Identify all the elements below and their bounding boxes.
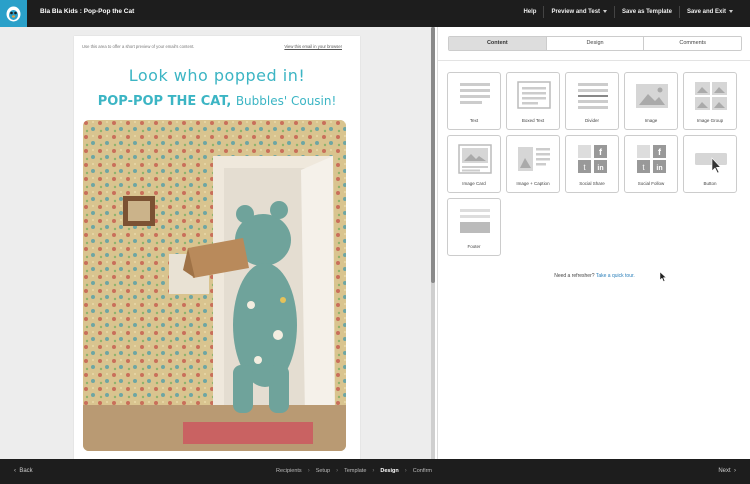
headline-bold-part: POP-POP THE CAT, <box>97 94 232 109</box>
block-label: Social Follow <box>637 181 665 186</box>
block-image-group[interactable]: Image Group <box>683 72 737 130</box>
email-preview-pane: Use this area to offer a short preview o… <box>0 27 433 459</box>
block-label: Boxed Text <box>521 118 545 123</box>
preheader-text[interactable]: Use this area to offer a short preview o… <box>82 44 194 49</box>
tab-content[interactable]: Content <box>449 37 547 50</box>
divider-block-icon <box>578 83 608 109</box>
block-image-caption[interactable]: Image + Caption <box>506 135 560 193</box>
block-label: Image + Caption <box>516 181 550 186</box>
block-label: Text <box>469 118 479 123</box>
back-label: Back <box>19 468 33 474</box>
block-label: Button <box>703 181 717 186</box>
preview-and-test-button[interactable]: Preview and Test <box>543 6 614 18</box>
wizard-footer: ‹ Back Recipients › Setup › Template › D… <box>0 459 750 484</box>
chevron-right-icon: › <box>372 468 375 474</box>
image-card-block-icon <box>458 144 492 174</box>
boxed-text-block-icon <box>517 81 551 109</box>
block-image[interactable]: Image <box>624 72 678 130</box>
email-canvas[interactable]: Use this area to offer a short preview o… <box>74 36 360 459</box>
image-caption-block-icon <box>518 147 550 171</box>
editor-tabs: Content Design Comments <box>448 36 742 51</box>
chevron-right-icon: › <box>404 468 407 474</box>
chevron-right-icon: › <box>307 468 310 474</box>
step-setup[interactable]: Setup <box>316 468 330 474</box>
header-actions: Help Preview and Test Save as Template S… <box>516 6 740 18</box>
block-footer[interactable]: Footer <box>447 198 501 256</box>
view-in-browser-link[interactable]: View this email in your browser <box>284 44 342 49</box>
block-text[interactable]: Text <box>447 72 501 130</box>
top-bar: Bla Bla Kids : Pop-Pop the Cat Help Prev… <box>0 0 750 27</box>
chevron-left-icon: ‹ <box>14 468 16 474</box>
block-label: Image <box>644 118 658 123</box>
chevron-down-icon <box>603 9 608 13</box>
headline-line-2[interactable]: POP-POP THE CAT, Bubbles' Cousin! <box>74 94 360 109</box>
help-prompt: Need a refresher? <box>554 273 595 279</box>
chevron-right-icon: › <box>734 468 736 474</box>
social-share-block-icon: f t in <box>578 145 607 173</box>
back-button[interactable]: ‹ Back <box>14 468 33 474</box>
footer-block-icon <box>460 209 490 233</box>
block-social-share[interactable]: f t in Social Share <box>565 135 619 193</box>
step-recipients[interactable]: Recipients <box>276 468 302 474</box>
help-tour-text: Need a refresher? Take a quick tour. <box>438 273 750 279</box>
step-template[interactable]: Template <box>344 468 366 474</box>
block-label: Social Share <box>579 181 605 186</box>
block-image-card[interactable]: Image Card <box>447 135 501 193</box>
help-button[interactable]: Help <box>516 6 543 18</box>
chevron-down-icon <box>729 9 733 13</box>
app-logo-icon[interactable] <box>0 0 27 27</box>
svg-text:in: in <box>597 165 603 172</box>
social-follow-block-icon: f t in <box>637 145 666 173</box>
preview-scroll-thumb[interactable] <box>431 27 435 283</box>
hero-image[interactable] <box>83 120 346 451</box>
block-social-follow[interactable]: f t in Social Follow <box>624 135 678 193</box>
next-label: Next <box>718 468 731 474</box>
wizard-steps: Recipients › Setup › Template › Design ›… <box>276 468 432 474</box>
save-and-exit-button[interactable]: Save and Exit <box>678 6 740 18</box>
campaign-title: Bla Bla Kids : Pop-Pop the Cat <box>40 8 135 15</box>
block-button[interactable]: Button <box>683 135 737 193</box>
editor-panel: Content Design Comments Text Boxed Text <box>437 27 750 459</box>
svg-text:in: in <box>656 165 662 172</box>
block-label: Footer <box>467 244 481 249</box>
preview-and-test-label: Preview and Test <box>551 9 601 15</box>
image-group-block-icon <box>695 82 727 110</box>
headline-line-1[interactable]: Look who popped in! <box>74 66 360 85</box>
save-as-template-button[interactable]: Save as Template <box>614 6 679 18</box>
block-label: Image Card <box>462 181 486 186</box>
block-label: Image Group <box>696 118 724 123</box>
next-button[interactable]: Next › <box>718 468 736 474</box>
block-divider[interactable]: Divider <box>565 72 619 130</box>
chevron-right-icon: › <box>336 468 339 474</box>
tabs-divider <box>438 60 750 61</box>
block-boxed-text[interactable]: Boxed Text <box>506 72 560 130</box>
tab-design[interactable]: Design <box>546 37 645 50</box>
text-block-icon <box>460 83 490 104</box>
button-block-icon <box>695 153 727 174</box>
save-and-exit-label: Save and Exit <box>686 9 726 15</box>
quick-tour-link[interactable]: Take a quick tour. <box>596 273 635 279</box>
block-label: Divider <box>584 118 599 123</box>
headline-thin-part: Bubbles' Cousin! <box>235 94 337 108</box>
step-design[interactable]: Design <box>380 468 398 474</box>
step-confirm[interactable]: Confirm <box>413 468 432 474</box>
image-block-icon <box>636 84 668 108</box>
tab-comments[interactable]: Comments <box>644 37 741 50</box>
mouse-pointer-icon <box>660 272 667 282</box>
